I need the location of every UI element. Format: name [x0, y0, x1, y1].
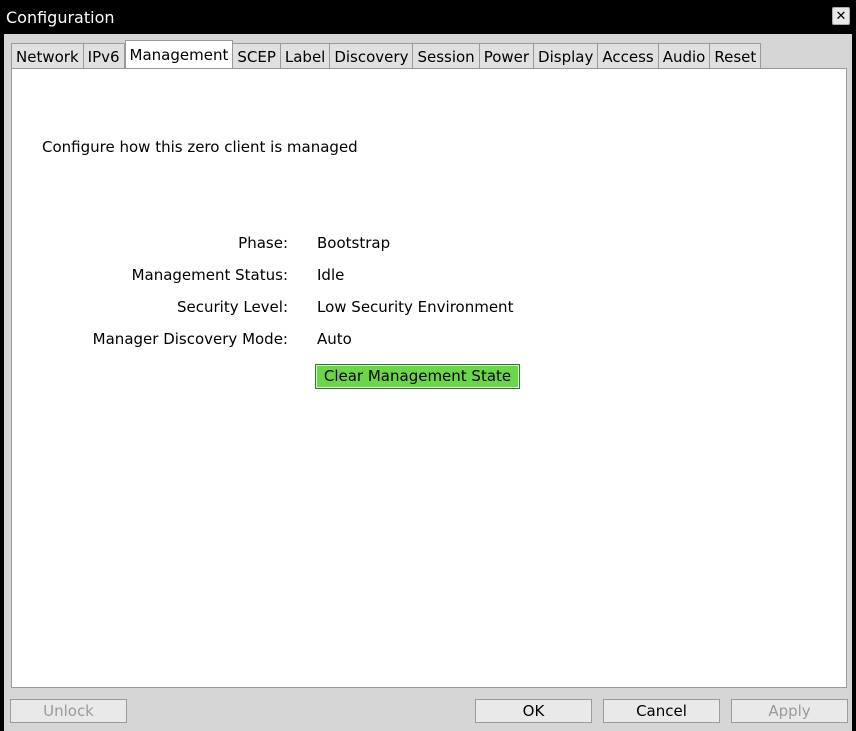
panel-description: Configure how this zero client is manage…	[42, 138, 358, 156]
ok-button[interactable]: OK	[475, 699, 592, 723]
close-button[interactable]: ✕	[832, 7, 850, 25]
title-bar: Configuration ✕	[0, 0, 856, 34]
configuration-window: Configuration ✕ Network IPv6 Management …	[0, 0, 856, 731]
tab-network[interactable]: Network	[11, 43, 84, 69]
security-level-value: Low Security Environment	[317, 298, 514, 316]
window-title: Configuration	[6, 8, 115, 27]
tab-ipv6[interactable]: IPv6	[83, 43, 125, 69]
management-status-value: Idle	[317, 266, 345, 284]
tab-display[interactable]: Display	[534, 43, 599, 69]
tab-session[interactable]: Session	[413, 43, 480, 69]
unlock-button[interactable]: Unlock	[10, 699, 127, 723]
discovery-mode-label: Manager Discovery Mode:	[92, 330, 288, 348]
apply-button[interactable]: Apply	[731, 699, 848, 723]
close-icon: ✕	[835, 9, 847, 24]
tab-management[interactable]: Management	[124, 40, 234, 70]
phase-label: Phase:	[238, 234, 288, 252]
tab-audio[interactable]: Audio	[658, 43, 711, 69]
tab-label[interactable]: Label	[280, 43, 331, 69]
tab-scep[interactable]: SCEP	[233, 43, 281, 69]
tab-access[interactable]: Access	[598, 43, 659, 69]
discovery-mode-value: Auto	[317, 330, 352, 348]
phase-value: Bootstrap	[317, 234, 391, 252]
tab-reset[interactable]: Reset	[710, 43, 762, 69]
security-level-label: Security Level:	[176, 298, 288, 316]
tab-power[interactable]: Power	[479, 43, 535, 69]
management-panel: Configure how this zero client is manage…	[11, 68, 847, 688]
cancel-button[interactable]: Cancel	[603, 699, 720, 723]
dialog-body: Network IPv6 Management SCEP Label Disco…	[4, 34, 852, 731]
management-status-label: Management Status:	[131, 266, 288, 284]
clear-management-state-button[interactable]: Clear Management State	[315, 364, 520, 389]
tab-discovery[interactable]: Discovery	[330, 43, 414, 69]
tab-bar: Network IPv6 Management SCEP Label Disco…	[11, 39, 762, 70]
